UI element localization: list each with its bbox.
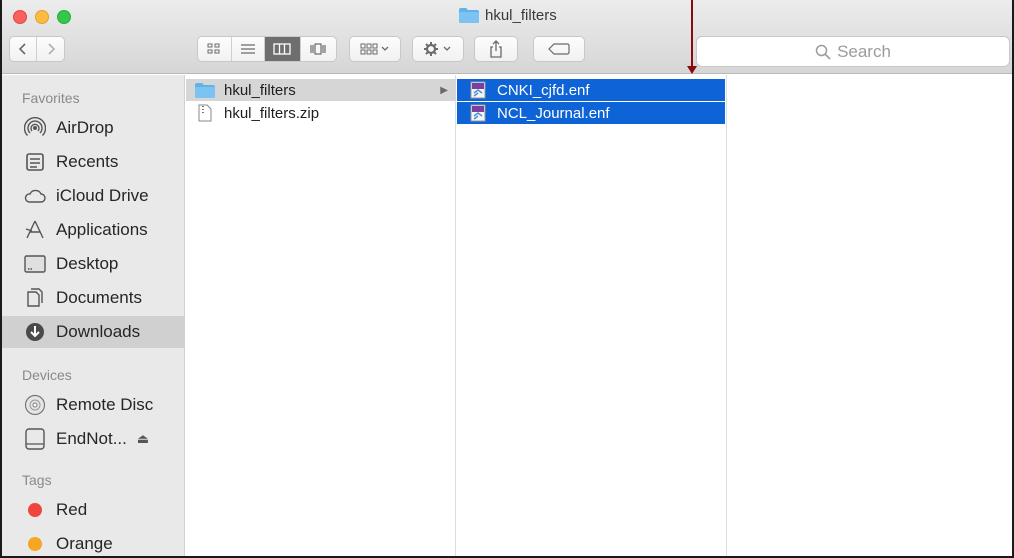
share-icon (490, 40, 502, 58)
zoom-window-button[interactable] (57, 10, 71, 24)
list-item-ncl-journal[interactable]: NCL_Journal.enf (457, 102, 725, 124)
downloads-icon (24, 321, 46, 343)
file-name: NCL_Journal.enf (497, 104, 610, 122)
column-view-icon (273, 43, 291, 55)
sidebar-item-label: Remote Disc (56, 395, 154, 414)
sidebar: Favorites AirDrop Recents iCloud Drive A… (2, 75, 185, 556)
sidebar-item-applications[interactable]: Applications (2, 214, 185, 246)
cover-flow-button[interactable] (301, 37, 336, 61)
list-item-cnki-cjfd[interactable]: CNKI_cjfd.enf (457, 79, 725, 101)
cloud-icon (24, 185, 46, 207)
sidebar-item-label: EndNot... (56, 429, 127, 448)
forward-button[interactable] (37, 37, 64, 61)
folder-icon (194, 81, 216, 99)
sidebar-header-devices: Devices (22, 367, 72, 383)
sidebar-item-label: Downloads (56, 322, 141, 341)
share-button[interactable] (474, 36, 518, 62)
file-name: hkul_filters.zip (224, 104, 320, 122)
sidebar-item-downloads[interactable]: Downloads (2, 316, 185, 348)
zip-file-icon (194, 104, 216, 122)
sidebar-header-favorites: Favorites (22, 90, 80, 106)
column-1: hkul_filters ▶ hkul_filters.zip (186, 75, 456, 556)
sidebar-item-label: Documents (56, 288, 142, 307)
file-name: CNKI_cjfd.enf (497, 81, 590, 99)
tag-button[interactable] (533, 36, 585, 62)
endnote-filter-icon (467, 81, 489, 99)
sidebar-item-remote-disc[interactable]: Remote Disc (2, 389, 185, 421)
back-button[interactable] (10, 37, 38, 61)
disclosure-arrow-icon: ▶ (440, 84, 448, 96)
list-view-icon (240, 44, 255, 54)
list-item-hkul-filters[interactable]: hkul_filters ▶ (186, 79, 456, 101)
icon-view-icon (207, 43, 220, 54)
documents-icon (24, 287, 46, 309)
annotation-arrow-head (687, 66, 697, 74)
minimize-window-button[interactable] (35, 10, 49, 24)
file-name: hkul_filters (224, 81, 296, 99)
window-title: hkul_filters (459, 5, 557, 25)
airdrop-icon (24, 117, 46, 139)
cover-flow-icon (310, 43, 326, 55)
recents-icon (24, 151, 46, 173)
red-tag-icon (24, 499, 46, 521)
tag-icon (548, 43, 570, 55)
window-title-text: hkul_filters (485, 6, 557, 24)
disc-icon (24, 394, 46, 416)
sidebar-item-label: Red (56, 500, 88, 519)
applications-icon (24, 219, 46, 241)
toolbar: hkul_filters Search (2, 0, 1012, 74)
chevron-left-icon (18, 43, 26, 55)
close-window-button[interactable] (13, 10, 27, 24)
column-3 (728, 75, 1012, 556)
chevron-right-icon (47, 43, 55, 55)
search-placeholder: Search (837, 41, 891, 61)
icon-view-button[interactable] (198, 37, 232, 61)
sidebar-item-tag-orange[interactable]: Orange (2, 528, 185, 556)
drive-icon (24, 428, 46, 450)
sidebar-item-airdrop[interactable]: AirDrop (2, 112, 185, 144)
column-2: CNKI_cjfd.enf NCL_Journal.enf (457, 75, 727, 556)
sidebar-item-desktop[interactable]: Desktop (2, 248, 185, 280)
sidebar-item-endnote-drive[interactable]: EndNot... ⏏ (2, 423, 185, 455)
view-mode-control (197, 36, 337, 62)
search-field[interactable]: Search (696, 36, 1010, 67)
sidebar-item-label: Applications (56, 220, 148, 239)
sidebar-item-tag-red[interactable]: Red (2, 494, 185, 526)
sidebar-item-label: Orange (56, 534, 113, 553)
sidebar-item-recents[interactable]: Recents (2, 146, 185, 178)
arrange-button[interactable] (349, 36, 401, 62)
list-view-button[interactable] (232, 37, 266, 61)
sidebar-item-documents[interactable]: Documents (2, 282, 185, 314)
orange-tag-icon (24, 533, 46, 555)
desktop-icon (24, 253, 46, 275)
sidebar-item-label: Desktop (56, 254, 119, 273)
annotation-arrow-line (691, 0, 693, 68)
list-item-hkul-filters-zip[interactable]: hkul_filters.zip (186, 102, 456, 124)
finder-window: hkul_filters Search Favorites AirDrop Re… (0, 0, 1014, 558)
arrange-grid-icon (360, 43, 389, 55)
sidebar-item-label: iCloud Drive (56, 186, 149, 205)
action-button[interactable] (412, 36, 464, 62)
search-icon (815, 44, 831, 60)
sidebar-item-label: AirDrop (56, 118, 114, 137)
column-view-button[interactable] (265, 37, 301, 61)
back-forward-control (9, 36, 65, 62)
gear-icon (424, 42, 451, 56)
sidebar-item-label: Recents (56, 152, 119, 171)
sidebar-header-tags: Tags (22, 472, 52, 488)
eject-icon[interactable]: ⏏ (137, 431, 149, 447)
folder-icon (459, 7, 479, 23)
sidebar-item-icloud-drive[interactable]: iCloud Drive (2, 180, 185, 212)
endnote-filter-icon (467, 104, 489, 122)
